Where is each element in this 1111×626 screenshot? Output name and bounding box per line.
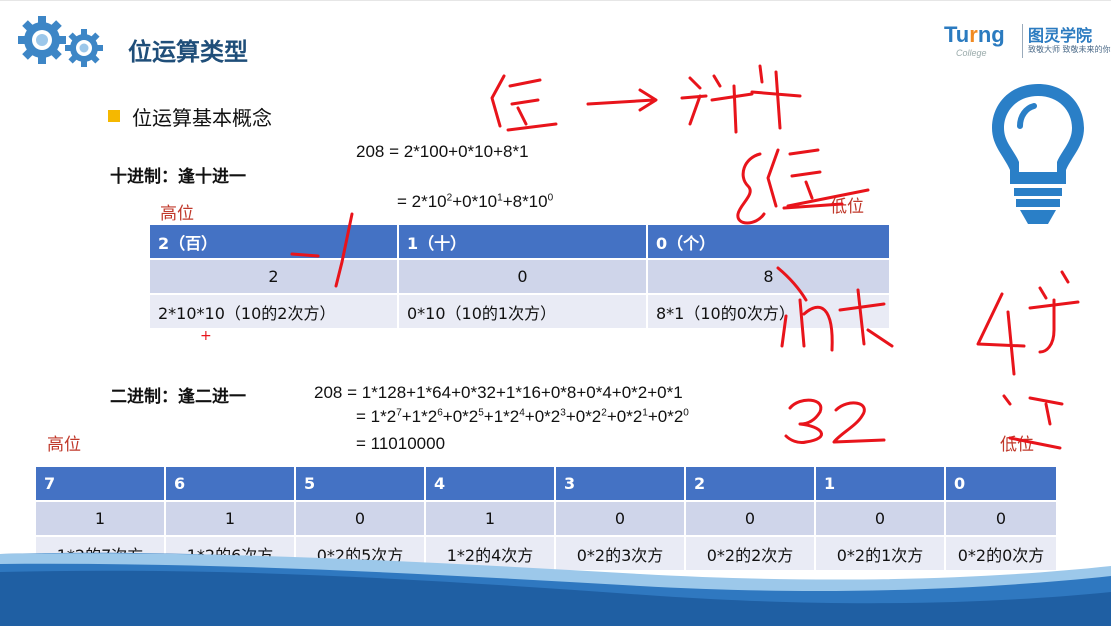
turing-college-logo: Turng College 图灵学院 致敬大师 致敬未来的你: [944, 20, 1111, 64]
decimal-equation-1: 208 = 2*100+0*10+8*1: [356, 142, 529, 161]
decimal-low-label: 低位: [830, 197, 864, 217]
table-cell: 0: [397, 258, 648, 295]
table-header-cell: 7: [34, 465, 166, 502]
table-header-cell: 4: [424, 465, 556, 502]
table-row: 2 0 8: [148, 258, 891, 295]
logo-wordmark: Turng: [944, 22, 1005, 47]
decimal-equation-2: = 2*102+0*101+8*100: [397, 192, 554, 211]
binary-heading: 二进制：逢二进一: [110, 387, 246, 407]
logo-slogan: 致敬大师 致敬未来的你: [1028, 45, 1111, 54]
logo-divider: [1022, 24, 1023, 58]
logo-college: College: [956, 48, 987, 58]
decimal-table: 2（百） 1（十） 0（个） 2 0 8 2*10*10（10的2次方） 0*1…: [148, 223, 891, 330]
table-header-cell: 5: [294, 465, 426, 502]
table-cell: 1: [424, 500, 556, 537]
table-row: 1 1 0 1 0 0 0 0: [34, 500, 1058, 537]
binary-equation-1: 208 = 1*128+1*64+0*32+1*16+0*8+0*4+0*2+0…: [314, 383, 683, 402]
decimal-high-label: 高位: [160, 204, 194, 224]
gears-icon: [18, 16, 103, 67]
lightbulb-icon: [992, 84, 1084, 224]
binary-equation-3: = 11010000: [356, 434, 446, 453]
table-header-cell: 2: [684, 465, 816, 502]
binary-equation-2: = 1*27+1*26+0*25+1*24+0*23+0*22+0*21+0*2…: [356, 407, 689, 426]
table-cell: 0: [944, 500, 1058, 537]
table-header-cell: 0（个）: [646, 223, 891, 260]
table-cell: 8*1（10的0次方）: [646, 293, 891, 330]
binary-low-label: 低位: [1000, 435, 1034, 455]
table-cell: 1: [34, 500, 166, 537]
table-cell: 0: [554, 500, 686, 537]
binary-high-label: 高位: [47, 435, 81, 455]
table-cell: 0: [294, 500, 426, 537]
table-cell: 0: [684, 500, 816, 537]
table-header-cell: 1（十）: [397, 223, 648, 260]
table-cell: 0*10（10的1次方）: [397, 293, 648, 330]
table-row: 2*10*10（10的2次方） 0*10（10的1次方） 8*1（10的0次方）: [148, 293, 891, 330]
logo-chinese-name: 图灵学院: [1028, 26, 1093, 45]
decimal-heading: 十进制：逢十进一: [110, 167, 246, 187]
page-title: 位运算类型: [128, 38, 248, 66]
table-cell: 0: [814, 500, 946, 537]
table-header-cell: 3: [554, 465, 686, 502]
top-border: [0, 0, 1111, 1]
table-header-cell: 6: [164, 465, 296, 502]
bullet-square: [108, 110, 120, 122]
table-cell: 8: [646, 258, 891, 295]
bottom-wave-decoration: [0, 552, 1111, 626]
table-header-row: 2（百） 1（十） 0（个）: [148, 223, 891, 260]
table-cell: 2*10*10（10的2次方）: [148, 293, 399, 330]
table-header-row: 7 6 5 4 3 2 1 0: [34, 465, 1058, 502]
table-header-cell: 0: [944, 465, 1058, 502]
table-cell: 2: [148, 258, 399, 295]
annotation-plus-mark: +: [200, 328, 212, 344]
table-header-cell: 2（百）: [148, 223, 399, 260]
table-header-cell: 1: [814, 465, 946, 502]
bullet-heading: 位运算基本概念: [132, 106, 272, 130]
slide: 位运算类型 Turng College 图灵学院 致敬大师 致敬未来的你 位运算…: [0, 0, 1111, 626]
table-cell: 1: [164, 500, 296, 537]
